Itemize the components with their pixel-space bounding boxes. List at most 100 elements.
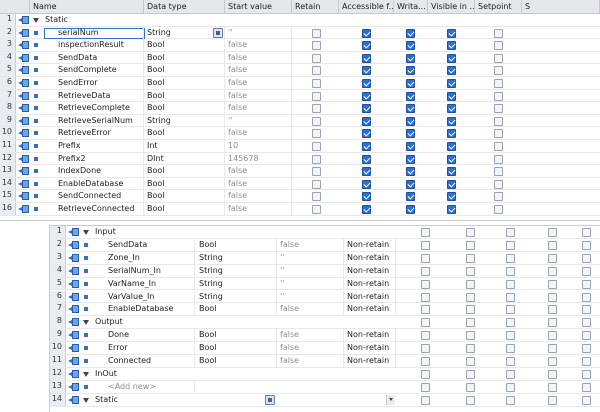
variable-data-type[interactable]: Bool <box>144 165 225 178</box>
accessible-checkbox[interactable] <box>421 240 430 250</box>
setpoint-checkbox[interactable] <box>548 279 557 289</box>
writable-checkbox[interactable] <box>466 318 475 328</box>
setpoint-checkbox[interactable] <box>494 205 503 214</box>
variable-data-type[interactable]: String <box>196 264 277 278</box>
accessible-checkbox[interactable] <box>421 305 430 315</box>
collapse-triangle-icon[interactable] <box>33 18 39 23</box>
retain-dropdown-icon[interactable] <box>386 394 395 405</box>
setpoint-checkbox[interactable] <box>494 167 503 177</box>
writable-checkbox[interactable] <box>406 129 415 139</box>
setpoint-checkbox[interactable] <box>494 41 503 51</box>
visible-checkbox[interactable] <box>447 142 456 151</box>
variable-name[interactable]: RetrieveComplete <box>55 102 144 115</box>
visible-checkbox[interactable] <box>447 28 456 38</box>
variable-name[interactable]: RetrieveConnected <box>55 203 144 216</box>
writable-checkbox[interactable] <box>466 292 475 302</box>
visible-checkbox[interactable] <box>447 116 456 126</box>
accessible-checkbox[interactable] <box>421 292 430 302</box>
setpoint-checkbox[interactable] <box>548 292 557 302</box>
table-row[interactable]: 14 EnableDatabase Bool false <box>0 177 600 191</box>
retain-checkbox[interactable] <box>312 129 321 139</box>
collapse-triangle-icon[interactable] <box>83 230 89 235</box>
writable-checkbox[interactable] <box>406 192 415 202</box>
table-row[interactable]: 2 serialNum String '' <box>0 26 600 40</box>
variable-name[interactable]: EnableDatabase <box>55 177 144 191</box>
variable-data-type[interactable]: Bool <box>144 77 225 90</box>
collapse-triangle-icon[interactable] <box>83 320 89 326</box>
variable-data-type[interactable]: Bool <box>196 238 277 252</box>
variable-name[interactable]: Error <box>105 342 195 355</box>
variable-start-value[interactable]: '' <box>225 26 292 40</box>
variable-start-value[interactable]: false <box>225 190 292 203</box>
variable-start-value[interactable]: false <box>277 329 344 342</box>
variable-start-value[interactable]: '' <box>277 264 344 278</box>
variable-start-value[interactable]: false <box>277 355 344 368</box>
variable-name[interactable]: SendError <box>55 77 144 90</box>
visible-checkbox[interactable] <box>506 344 515 354</box>
accessible-checkbox[interactable] <box>362 154 371 164</box>
table-row[interactable]: 3 inspectionResult Bool false <box>0 39 600 52</box>
writable-checkbox[interactable] <box>466 253 475 263</box>
variable-start-value[interactable]: false <box>225 102 292 115</box>
variable-data-type[interactable]: Bool <box>144 39 225 52</box>
setpoint-checkbox[interactable] <box>548 395 557 405</box>
variable-data-type[interactable]: Bool <box>196 355 277 368</box>
collapse-triangle-icon[interactable] <box>83 371 89 377</box>
variable-name[interactable]: inspectionResult <box>55 39 144 52</box>
visible-checkbox[interactable] <box>506 228 515 237</box>
table-row[interactable]: 1 Static <box>0 14 600 27</box>
visible-checkbox[interactable] <box>447 66 456 76</box>
variable-start-value[interactable]: false <box>225 177 292 191</box>
extra-checkbox[interactable] <box>582 228 591 237</box>
variable-name[interactable]: SendComplete <box>55 64 144 77</box>
table-row[interactable]: 7 EnableDatabase Bool false Non-retain <box>50 303 600 317</box>
visible-checkbox[interactable] <box>506 318 515 328</box>
retain-checkbox[interactable] <box>312 66 321 76</box>
setpoint-checkbox[interactable] <box>548 266 557 276</box>
variable-data-type[interactable]: String <box>196 277 277 291</box>
data-type-picker-button[interactable] <box>265 394 275 405</box>
data-type-picker-button[interactable] <box>213 27 223 38</box>
variable-name[interactable]: SendData <box>105 238 195 252</box>
writable-checkbox[interactable] <box>466 357 475 366</box>
extra-checkbox[interactable] <box>582 382 591 392</box>
accessible-checkbox[interactable] <box>362 167 371 177</box>
setpoint-checkbox[interactable] <box>494 53 503 63</box>
accessible-checkbox[interactable] <box>362 53 371 63</box>
table-row[interactable]: 10 Error Bool false Non-retain <box>50 342 600 355</box>
table-row[interactable]: 8 RetrieveComplete Bool false <box>0 102 600 115</box>
variable-name[interactable]: Prefix2 <box>55 152 144 166</box>
writable-checkbox[interactable] <box>466 266 475 276</box>
variable-name[interactable]: VarName_In <box>105 277 195 291</box>
visible-checkbox[interactable] <box>506 395 515 405</box>
variable-start-value[interactable]: false <box>225 77 292 90</box>
table-row[interactable]: 12 InOut <box>50 367 600 381</box>
variable-data-type[interactable]: Bool <box>144 89 225 103</box>
visible-checkbox[interactable] <box>447 154 456 164</box>
extra-checkbox[interactable] <box>582 305 591 315</box>
accessible-checkbox[interactable] <box>421 382 430 392</box>
setpoint-checkbox[interactable] <box>548 318 557 328</box>
retain-checkbox[interactable] <box>312 53 321 63</box>
variable-start-value[interactable]: 145678 <box>225 152 292 166</box>
retain-checkbox[interactable] <box>312 192 321 202</box>
accessible-checkbox[interactable] <box>421 395 430 405</box>
visible-checkbox[interactable] <box>506 331 515 341</box>
table-row[interactable]: 3 Zone_In String '' Non-retain <box>50 251 600 265</box>
variable-name[interactable]: IndexDone <box>55 165 144 178</box>
variable-retain[interactable]: Non-retain <box>344 329 396 342</box>
header-setpoint[interactable]: Setpoint <box>475 0 522 14</box>
table-row[interactable]: 6 SendError Bool false <box>0 77 600 90</box>
variable-retain[interactable]: Non-retain <box>344 238 396 252</box>
table-row[interactable]: 16 RetrieveConnected Bool false <box>0 203 600 216</box>
accessible-checkbox[interactable] <box>362 142 371 151</box>
header-visible[interactable]: Visible in ... <box>428 0 475 14</box>
table-row[interactable]: 7 RetrieveData Bool false <box>0 89 600 103</box>
visible-checkbox[interactable] <box>506 357 515 366</box>
variable-start-value[interactable]: false <box>277 238 344 252</box>
accessible-checkbox[interactable] <box>421 228 430 237</box>
writable-checkbox[interactable] <box>466 305 475 315</box>
variable-start-value[interactable]: '' <box>277 251 344 265</box>
accessible-checkbox[interactable] <box>421 331 430 341</box>
visible-checkbox[interactable] <box>447 91 456 101</box>
